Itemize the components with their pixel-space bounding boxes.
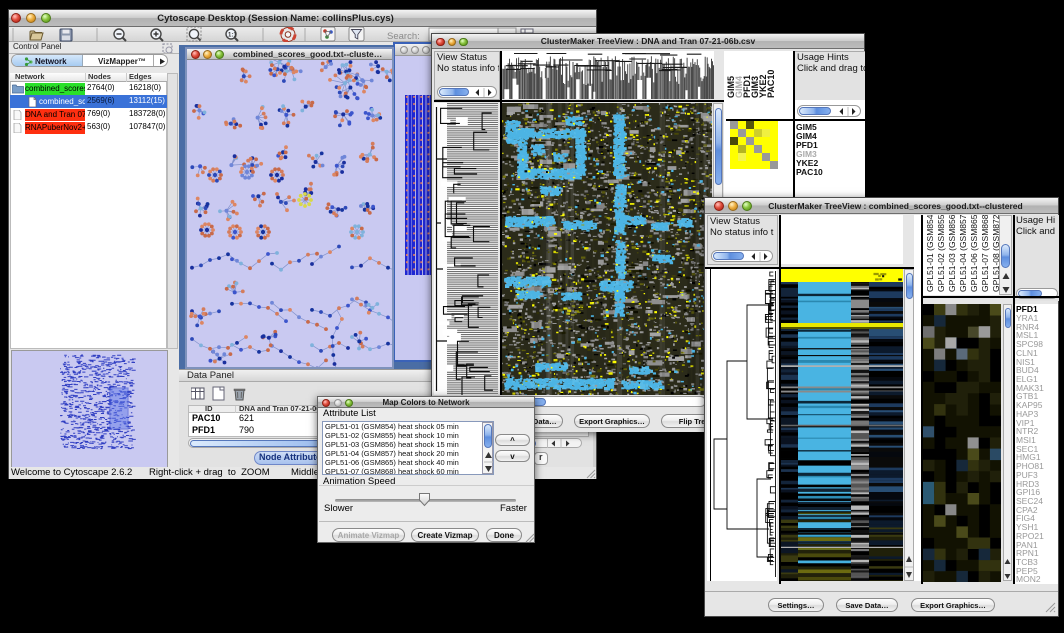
svg-text:GPL51-03 (GSM856): GPL51-03 (GSM856) (947, 215, 957, 292)
svg-text:Search:: Search: (387, 31, 420, 42)
svg-text:GPL51-04 (GSM857): GPL51-04 (GSM857) (958, 215, 968, 292)
svg-text:GPL51-08 (GSM872): GPL51-08 (GSM872) (991, 215, 999, 292)
svg-text:GPL51-06 (GSM865): GPL51-06 (GSM865) (969, 215, 979, 292)
svg-text:GPL51-07 (GSM868): GPL51-07 (GSM868) (980, 215, 990, 292)
svg-text:GPL51-02 (GSM855): GPL51-02 (GSM855) (936, 215, 946, 292)
svg-text:PAC10: PAC10 (766, 70, 776, 98)
svg-text:GPL51-01 (GSM854): GPL51-01 (GSM854) (925, 215, 935, 292)
